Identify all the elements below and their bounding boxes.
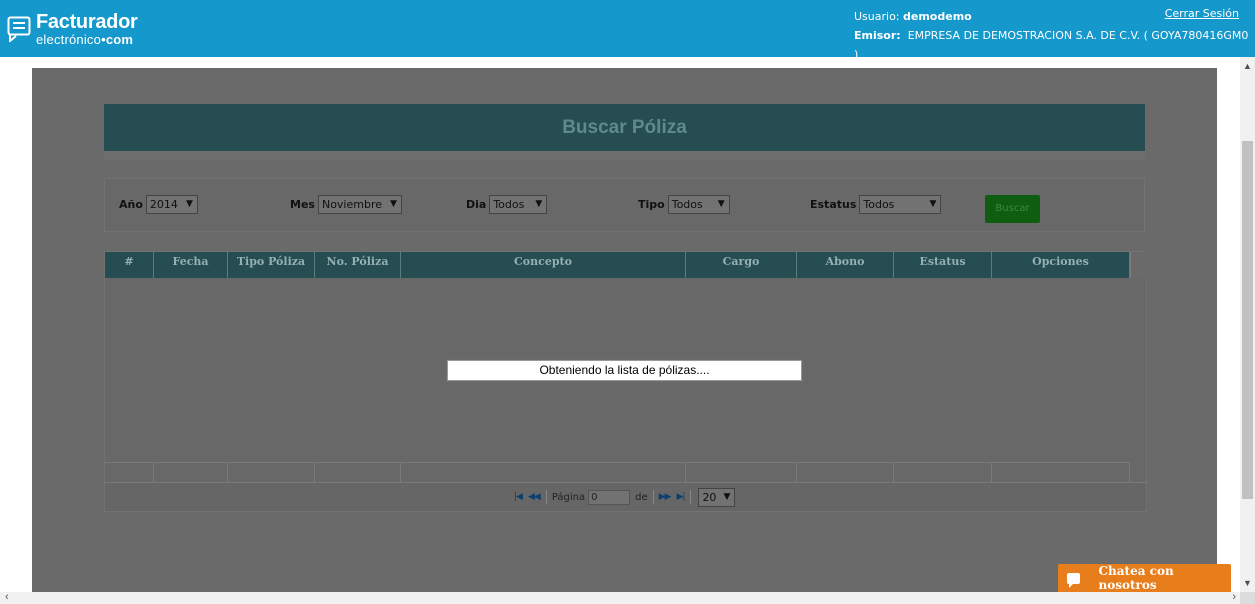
filter-mes: Mes Noviembre ▼ <box>290 194 402 214</box>
dia-label: Dia <box>466 197 487 211</box>
title-divider <box>104 151 1145 160</box>
page-label: Página <box>551 491 586 503</box>
logo-sub-prefix: electrónico <box>36 32 102 47</box>
grid-cell <box>105 463 154 482</box>
buscar-button[interactable]: Buscar <box>985 195 1040 223</box>
emisor-label: Emisor: <box>854 29 901 42</box>
prev-page-icon[interactable]: ◀◀ <box>528 492 541 502</box>
grid-empty-row <box>105 462 1130 482</box>
mes-label: Mes <box>290 197 315 211</box>
estatus-label: Estatus <box>810 197 857 211</box>
mes-value: Noviembre <box>321 197 383 211</box>
filter-tipo: Tipo Todos ▼ <box>638 194 730 214</box>
filter-dia: Dia Todos ▼ <box>466 194 548 214</box>
chat-label: Chatea con nosotros <box>1098 564 1174 592</box>
chat-button[interactable]: Chatea con nosotros <box>1058 564 1231 592</box>
anio-value: 2014 <box>149 197 178 211</box>
column-header[interactable]: No. Póliza <box>315 252 401 278</box>
pager-separator <box>690 490 692 504</box>
column-header[interactable]: Concepto <box>401 252 686 278</box>
horizontal-scrollbar[interactable]: ‹ › <box>0 591 1240 604</box>
mes-select[interactable]: Noviembre ▼ <box>317 194 402 214</box>
logout-link[interactable]: Cerrar Sesión <box>1165 7 1239 20</box>
estatus-select[interactable]: Todos ▼ <box>859 194 942 214</box>
tipo-value: Todos <box>671 197 703 211</box>
grid-cell <box>315 463 401 482</box>
scroll-right-icon[interactable]: › <box>1232 591 1236 603</box>
dia-select[interactable]: Todos ▼ <box>489 194 548 214</box>
column-header[interactable]: Tipo Póliza <box>228 252 315 278</box>
chevron-down-icon: ▼ <box>185 199 193 209</box>
logo-subtitle: electrónico•com <box>36 33 137 46</box>
pager-separator <box>652 490 654 504</box>
grid-cell <box>401 463 686 482</box>
grid-cell <box>154 463 228 482</box>
anio-select[interactable]: 2014 ▼ <box>145 194 198 214</box>
logo-title: Facturador <box>36 11 138 33</box>
chevron-down-icon: ▼ <box>723 492 731 502</box>
scroll-down-icon[interactable]: ▼ <box>1243 578 1252 588</box>
page-number-input[interactable] <box>588 489 631 505</box>
pager: |◀ ◀◀ Página de ▶▶ ▶| 20 ▼ <box>514 487 736 507</box>
grid-header: # Fecha Tipo Póliza No. Póliza Concepto Cargo… <box>105 252 1130 278</box>
page-title: Buscar Póliza <box>104 104 1145 151</box>
chevron-down-icon: ▼ <box>535 199 543 209</box>
scrollbar-corner <box>1240 592 1255 604</box>
dia-value: Todos <box>493 197 525 211</box>
grid-cell <box>992 463 1130 482</box>
anio-label: Año <box>119 197 143 211</box>
grid-cell <box>894 463 992 482</box>
app-logo[interactable]: Facturador electrónico•com <box>7 11 138 46</box>
filter-estatus: Estatus Todos ▼ <box>810 194 942 214</box>
first-page-icon[interactable]: |◀ <box>514 492 523 502</box>
user-label: Usuario: <box>854 10 900 23</box>
column-header[interactable]: # <box>105 252 154 278</box>
column-header[interactable]: Cargo <box>686 252 797 278</box>
filter-anio: Año 2014 ▼ <box>119 194 198 214</box>
column-header[interactable]: Opciones <box>992 252 1130 278</box>
chevron-down-icon: ▼ <box>929 199 937 209</box>
scroll-left-icon[interactable]: ‹ <box>5 591 9 603</box>
grid-cell <box>797 463 894 482</box>
page-size-value: 20 <box>702 490 717 504</box>
pager-separator <box>545 490 547 504</box>
tipo-select[interactable]: Todos ▼ <box>667 194 730 214</box>
grid-cell <box>686 463 797 482</box>
grid-cell <box>228 463 315 482</box>
vertical-scroll-thumb[interactable] <box>1242 141 1253 499</box>
last-page-icon[interactable]: ▶| <box>676 492 685 502</box>
grid-header-scroll-spacer <box>1130 252 1147 278</box>
top-header: Facturador electrónico•com Usuario: demo… <box>0 0 1255 61</box>
tipo-label: Tipo <box>638 197 665 211</box>
page-size-select[interactable]: 20 ▼ <box>698 487 736 507</box>
chevron-down-icon: ▼ <box>717 199 725 209</box>
estatus-value: Todos <box>863 197 895 211</box>
vertical-scrollbar[interactable]: ▲ ▼ <box>1240 57 1255 592</box>
loading-message: Obteniendo la lista de pólizas.... <box>445 358 804 383</box>
column-header[interactable]: Abono <box>797 252 894 278</box>
user-value: demodemo <box>903 10 972 23</box>
scroll-up-icon[interactable]: ▲ <box>1243 61 1252 71</box>
invoice-logo-icon <box>7 16 31 42</box>
chat-bubble-icon <box>1067 572 1081 588</box>
of-label: de <box>635 491 648 503</box>
next-page-icon[interactable]: ▶▶ <box>659 492 672 502</box>
column-header[interactable]: Estatus <box>894 252 992 278</box>
logo-sub-suffix: com <box>105 32 134 47</box>
column-header[interactable]: Fecha <box>154 252 228 278</box>
chevron-down-icon: ▼ <box>390 199 397 209</box>
